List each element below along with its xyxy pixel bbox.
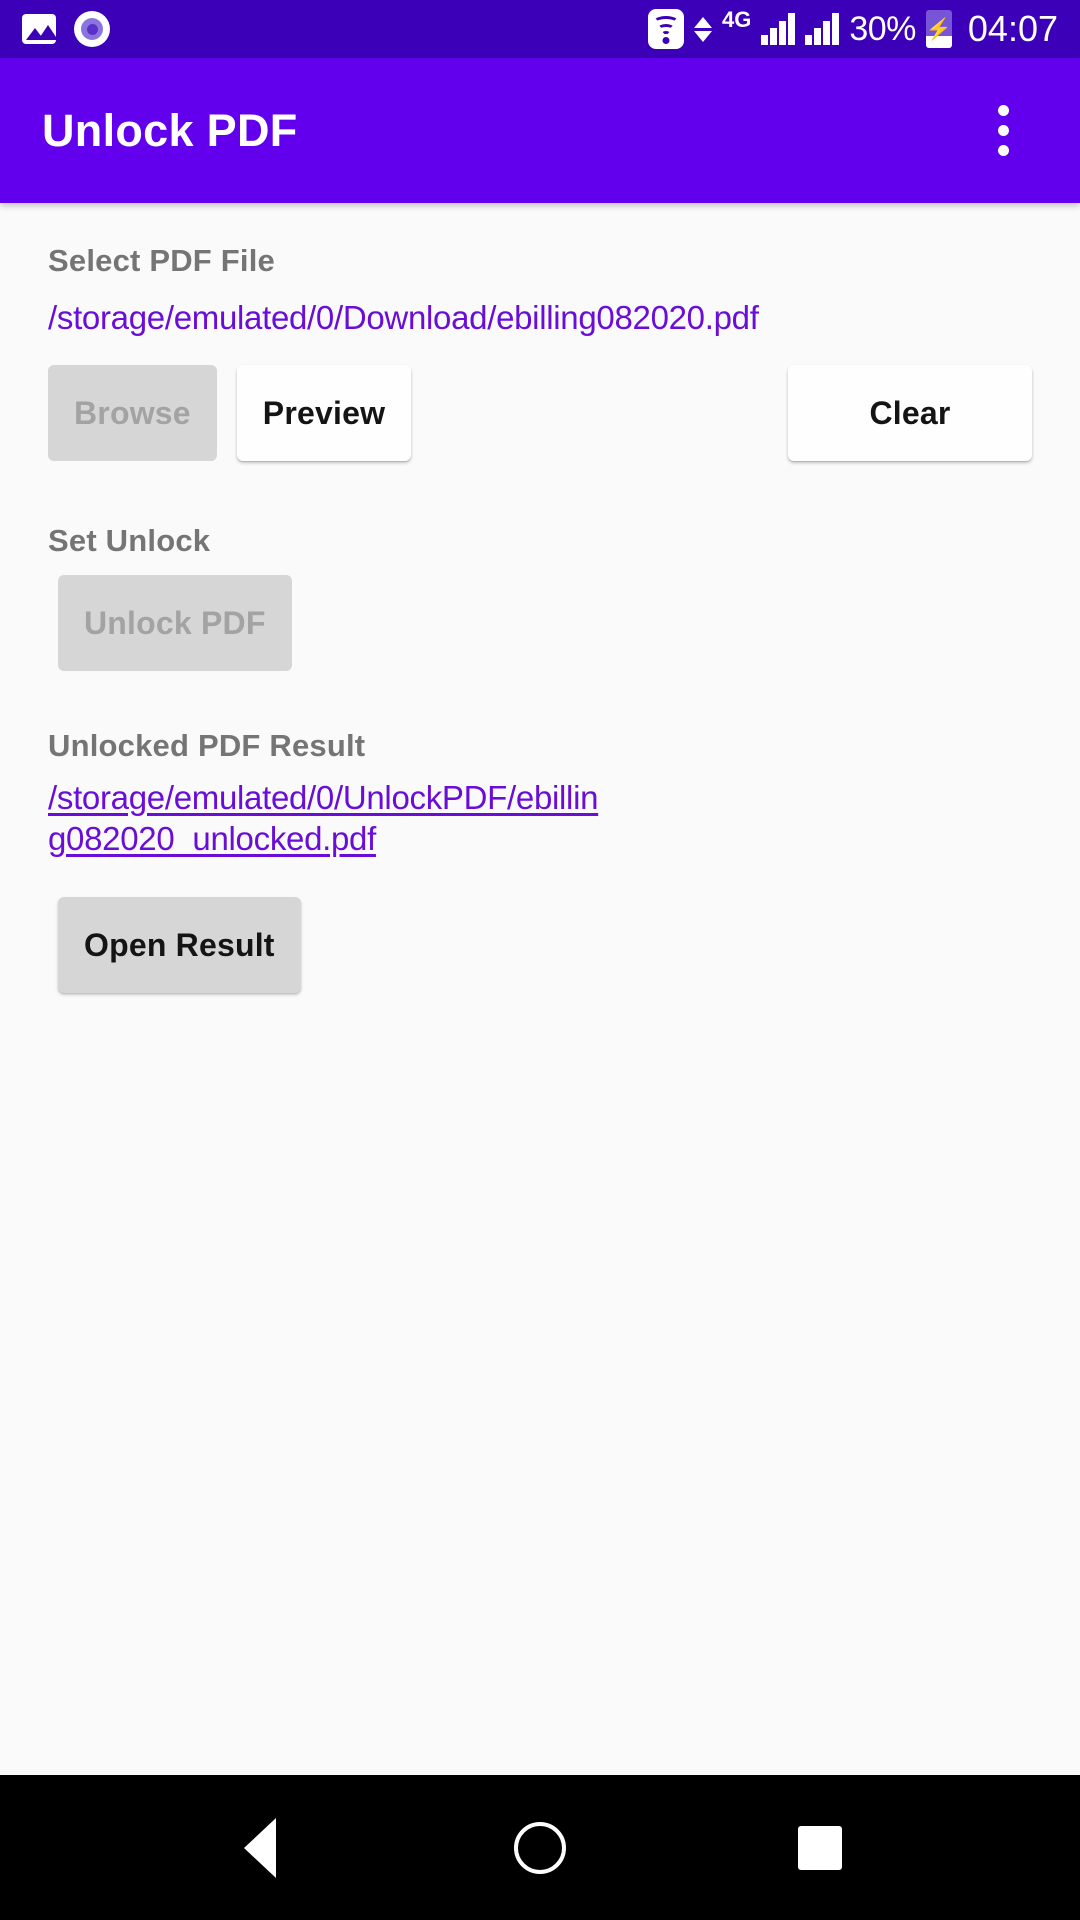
status-bar-left-icons: [22, 11, 110, 47]
status-bar-clock: 04:07: [967, 8, 1058, 49]
system-navigation-bar: [0, 1775, 1080, 1920]
signal-bars-sim1-icon: [761, 13, 796, 45]
select-file-button-row: Browse Preview Clear: [48, 365, 1032, 461]
open-result-button[interactable]: Open Result: [58, 897, 301, 993]
unlock-pdf-button[interactable]: Unlock PDF: [58, 575, 292, 671]
main-content: Select PDF File /storage/emulated/0/Down…: [0, 203, 1080, 1775]
network-type-label: 4G: [721, 7, 752, 32]
status-bar-right-icons: 4G 30% ⚡ 04:07: [647, 7, 1058, 50]
app-bar: Unlock PDF: [0, 58, 1080, 203]
preview-button[interactable]: Preview: [236, 365, 412, 461]
wifi-icon: [647, 9, 684, 49]
unlocked-result-label: Unlocked PDF Result: [48, 728, 366, 763]
signal-bars-sim2-icon: [805, 13, 840, 45]
battery-charging-icon: ⚡: [925, 10, 952, 48]
back-nav-icon[interactable]: [190, 1775, 330, 1920]
phone-screen: 4G 30% ⚡ 04:07 Unlock PDF Select PDF Fil…: [0, 0, 1080, 1920]
data-updown-icon: [693, 16, 712, 42]
unlocked-result-link[interactable]: /storage/emulated/0/UnlockPDF/ebilling08…: [48, 778, 608, 860]
page-title: Unlock PDF: [42, 104, 298, 156]
selected-file-path: /storage/emulated/0/Download/ebilling082…: [48, 299, 759, 336]
image-icon: [22, 14, 56, 44]
set-unlock-label: Set Unlock: [48, 523, 211, 558]
browse-button[interactable]: Browse: [48, 365, 217, 461]
clear-button[interactable]: Clear: [788, 365, 1032, 461]
recents-nav-icon[interactable]: [750, 1775, 890, 1920]
home-nav-icon[interactable]: [470, 1775, 610, 1920]
screen-record-icon: [74, 11, 110, 47]
overflow-menu-icon[interactable]: [968, 86, 1038, 176]
select-pdf-label: Select PDF File: [48, 243, 275, 278]
charging-bolt-glyph: ⚡: [925, 17, 952, 41]
status-bar: 4G 30% ⚡ 04:07: [0, 0, 1080, 58]
battery-percent-label: 30%: [849, 9, 916, 48]
